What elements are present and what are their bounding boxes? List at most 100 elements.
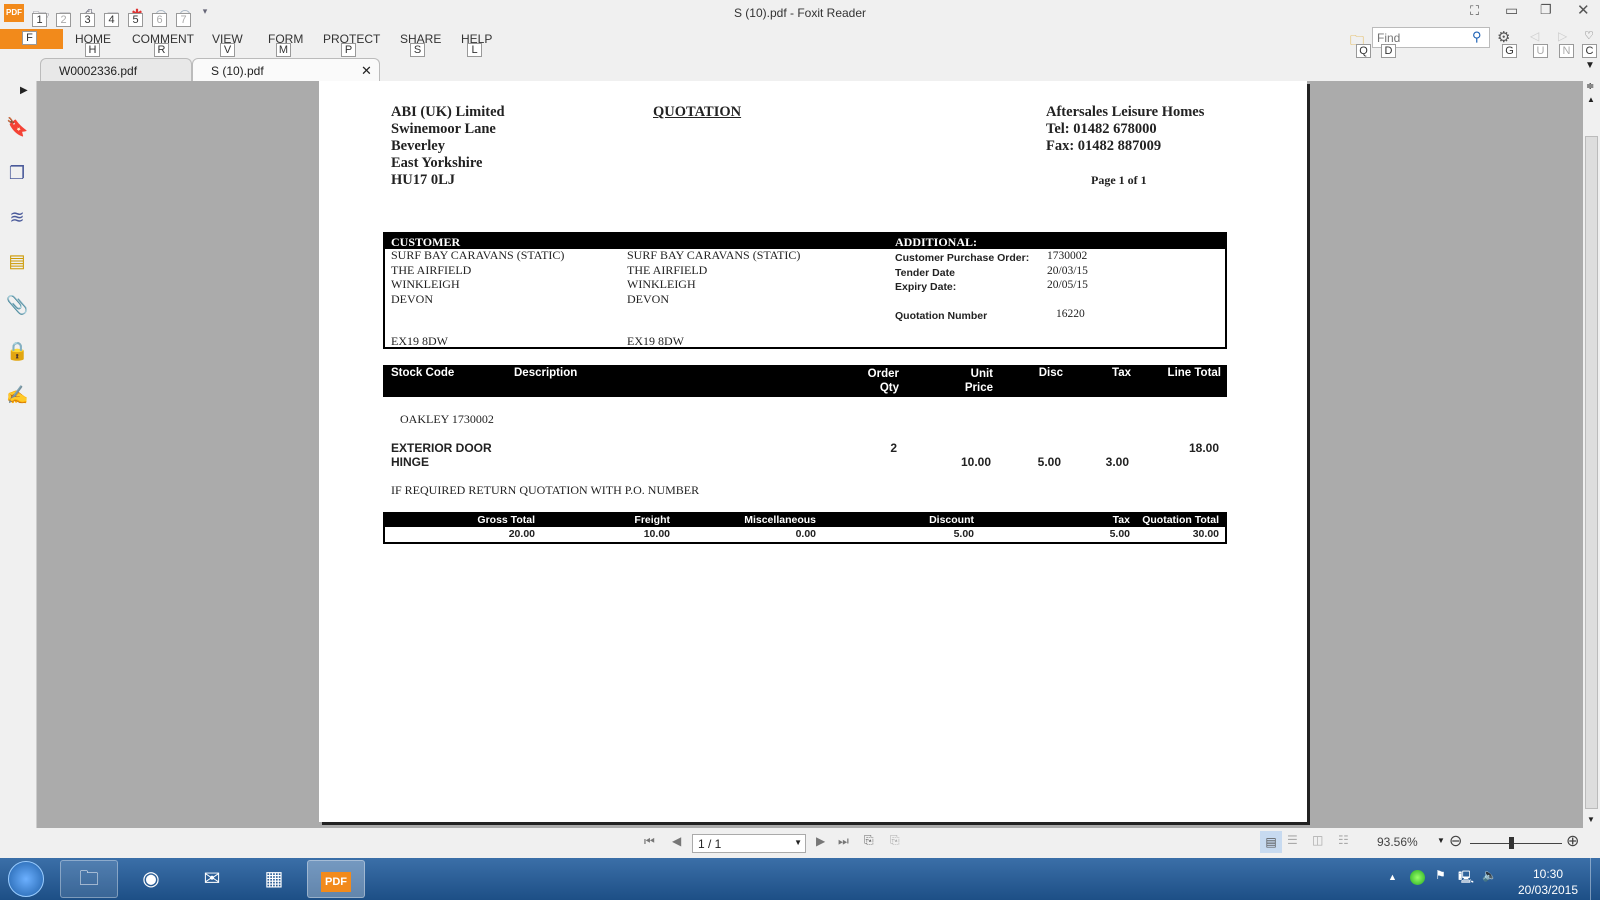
comments-icon[interactable]: ▤ [6,251,28,273]
zoom-in-icon[interactable]: ⊕ [1566,831,1579,851]
layers-icon[interactable]: ≋ [6,207,28,229]
next-view-icon[interactable]: ⎘ [890,833,900,848]
clock[interactable]: 10:30 20/03/2015 [1510,866,1586,898]
attachments-icon[interactable]: 📎 [6,295,28,317]
col-description: Description [514,367,578,379]
total-value: 10.00 [643,528,670,540]
window-title: S (10).pdf - Foxit Reader [733,6,867,20]
bookmarks-icon[interactable]: 🔖 [6,117,28,139]
total-value: 5.00 [1109,528,1130,540]
scroll-down-icon[interactable]: ▼ [1587,815,1595,824]
field-value: 1730002 [1047,250,1088,262]
foxit-logo: PDF [321,872,351,892]
outlook-taskbar-icon[interactable]: ✉ [183,860,241,898]
key-tip: Q [1356,44,1371,58]
restore-button[interactable]: ❐ [1540,2,1552,18]
vertical-scrollbar[interactable]: ≑ ▲ ▼ [1583,81,1600,828]
address-line: THE AIRFIELD [391,262,472,277]
key-tip: V [220,43,235,57]
navigation-panel: ▶ 🔖 ❐ ≋ ▤ 📎 🔒 ✍ [0,81,37,828]
tab-comment[interactable]: COMMENT R [132,32,194,57]
close-tab-icon[interactable]: ✕ [361,63,372,79]
total-header: Freight [634,514,670,526]
close-button[interactable]: ✕ [1577,1,1590,19]
page-number-field[interactable]: 1 / 1 ▼ [692,834,806,853]
key-tip: S [410,43,425,57]
supplier-line: Tel: 01482 678000 [1046,121,1157,137]
scroll-thumb[interactable] [1585,136,1598,809]
previous-page-icon[interactable]: ◀ [672,834,681,848]
zoom-out-icon[interactable]: ⊖ [1449,831,1462,851]
security-icon[interactable]: 🔒 [6,341,28,363]
key-tip: P [341,43,356,57]
file-tab[interactable]: F [0,29,63,49]
facing-icon[interactable]: ◫ [1312,833,1323,847]
status-bar: ⏮ ◀ 1 / 1 ▼ ▶ ⏭ ⎘ ⎘ ▤ ☰ ◫ ☷ 93.56% ▼ ⊖ ⊕ [0,828,1600,858]
address-line: DEVON [391,291,433,306]
col-stock-code: Stock Code [391,367,455,379]
search-icon[interactable]: ⚲ [1472,29,1482,45]
split-icon[interactable]: ≑ [1586,81,1594,92]
note: IF REQUIRED RETURN QUOTATION WITH P.O. N… [391,483,700,497]
start-button[interactable] [8,861,44,897]
total-value: 5.00 [953,528,974,540]
key-tip: C [1582,44,1597,58]
address-line: HU17 0LJ [391,172,456,188]
field-label: Customer Purchase Order: [895,252,1030,264]
continuous-facing-icon[interactable]: ☷ [1338,833,1349,847]
collapse-ribbon-icon[interactable]: ♡ [1584,29,1594,42]
tab-protect[interactable]: PROTECT P [323,32,380,57]
zoom-dropdown-icon[interactable]: ▼ [1437,836,1445,845]
foxit-taskbar-icon[interactable]: PDF [307,860,365,898]
pdf-page: ABI (UK) Limited Swinemoor Lane Beverley… [319,81,1307,822]
previous-view-icon[interactable]: ⎘ [864,833,874,848]
forward-icon[interactable]: ▷ [1558,29,1567,43]
page-info: Page 1 of 1 [1091,173,1147,187]
ribbon-dropdown-icon[interactable]: ▼ [1585,60,1595,71]
total-header: Quotation Total [1142,514,1219,526]
explorer-taskbar-icon[interactable]: 🗀 [60,860,118,898]
tab-home[interactable]: HOME H [75,32,111,57]
continuous-icon[interactable]: ☰ [1287,833,1298,847]
chevron-down-icon[interactable]: ▼ [794,838,802,847]
last-page-icon[interactable]: ⏭ [838,834,849,849]
next-page-icon[interactable]: ▶ [816,834,825,848]
signatures-icon[interactable]: ✍ [6,385,28,407]
zoom-slider[interactable] [1470,843,1562,844]
show-desktop-button[interactable] [1590,858,1600,900]
address-line: East Yorkshire [391,155,483,171]
first-page-icon[interactable]: ⏮ [644,834,655,849]
key-tip: F [22,31,37,45]
key-tip: R [154,43,169,57]
tab-form[interactable]: FORM M [268,32,303,57]
fullscreen-icon[interactable]: ⛶ [1470,3,1479,19]
zoom-value[interactable]: 93.56% [1377,835,1418,849]
single-page-icon[interactable]: ▤ [1260,831,1282,853]
item-disc: 5.00 [1037,455,1061,469]
status-tray-icon[interactable] [1410,870,1425,885]
address-line: Swinemoor Lane [391,121,496,137]
pages-icon[interactable]: ❐ [6,163,28,185]
doc-tab-s10[interactable]: S (10).pdf ✕ [192,58,380,81]
key-tip: L [467,43,482,57]
back-icon[interactable]: ◁ [1530,29,1539,43]
flag-icon[interactable]: ⚑ [1435,868,1446,882]
time: 10:30 [1532,867,1564,881]
minimize-button[interactable]: ▭ [1505,2,1518,19]
doc-tab-w0002336[interactable]: W0002336.pdf [40,58,192,81]
volume-icon[interactable]: 🔈 [1482,868,1497,882]
item-qty: 2 [890,441,897,455]
expand-panel-icon[interactable]: ▶ [20,85,28,96]
address-line: THE AIRFIELD [627,262,708,277]
tab-view[interactable]: VIEW V [212,32,243,57]
tab-share[interactable]: SHARE S [400,32,441,57]
calculator-taskbar-icon[interactable]: ▦ [245,860,303,898]
col-unit-price: Unit Price [965,367,993,395]
network-icon[interactable]: 🖳 [1458,868,1474,889]
show-hidden-icons[interactable]: ▲ [1388,872,1397,882]
zoom-slider-thumb[interactable] [1509,837,1514,849]
tab-help[interactable]: HELP L [461,32,492,57]
scroll-up-icon[interactable]: ▲ [1587,95,1595,104]
chrome-taskbar-icon[interactable]: ◉ [122,860,180,898]
field-label: Expiry Date: [895,281,957,293]
